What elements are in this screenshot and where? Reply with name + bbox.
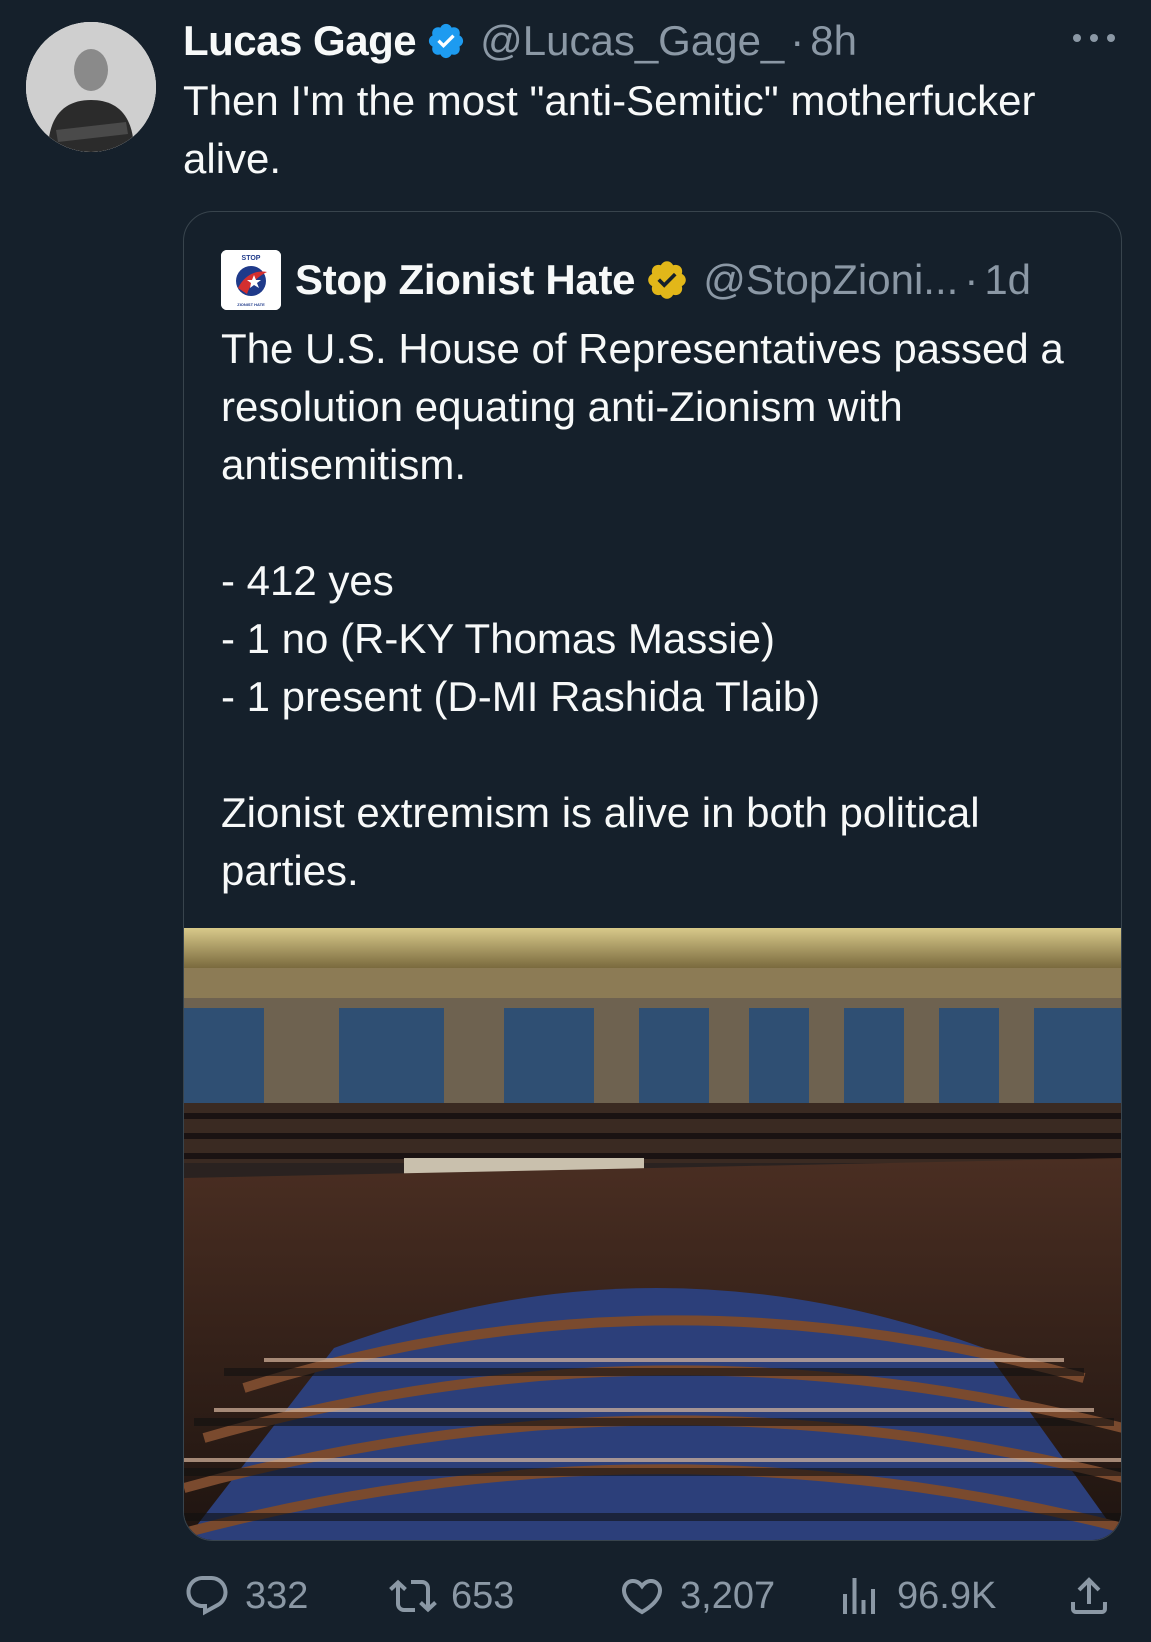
quoted-tweet-time[interactable]: 1d [984,256,1031,304]
repost-button[interactable]: 653 [389,1568,514,1624]
tweet-text: Then I'm the most "anti-Semitic" motherf… [183,77,1036,182]
separator-dot: · [964,256,979,303]
tweet-time[interactable]: 8h [810,17,857,65]
quoted-tweet[interactable]: STOP ZIONIST HATE Stop Zionist Hate @Sto… [183,211,1122,1541]
repost-count: 653 [451,1574,515,1617]
tweet-header: Lucas Gage @Lucas_Gage_ · 8h [183,12,857,70]
share-icon [1071,1577,1107,1614]
quoted-author-handle[interactable]: @StopZioni... [703,256,958,304]
views-count: 96.9K [897,1574,997,1617]
like-count: 3,207 [680,1574,776,1617]
quoted-author-logo[interactable]: STOP ZIONIST HATE [221,250,281,310]
views-icon [843,1578,875,1614]
views-button[interactable]: 96.9K [835,1568,996,1624]
author-handle[interactable]: @Lucas_Gage_ [480,17,784,65]
house-chamber-photo[interactable] [184,928,1121,1540]
reply-icon [186,1576,228,1616]
share-button[interactable] [1065,1568,1127,1624]
like-icon [621,1579,663,1615]
tweet-actions: 332 653 3,207 96.9K [183,1568,1123,1624]
reply-button[interactable]: 332 [183,1568,308,1624]
like-button[interactable]: 3,207 [618,1568,775,1624]
author-name[interactable]: Lucas Gage [183,17,417,65]
reply-count: 332 [245,1574,309,1617]
logo-text-bottom: ZIONIST HATE [237,302,265,307]
verified-badge-icon[interactable] [645,258,689,302]
separator-dot: · [790,17,805,64]
quoted-tweet-header: STOP ZIONIST HATE Stop Zionist Hate @Sto… [221,250,1031,310]
quoted-tweet-text: The U.S. House of Representatives passed… [221,325,1064,894]
more-icon[interactable] [1071,28,1117,48]
verified-badge-icon[interactable] [426,21,466,61]
repost-icon [389,1579,437,1613]
quoted-author-name[interactable]: Stop Zionist Hate [295,256,636,304]
author-avatar[interactable] [26,22,156,152]
logo-text-top: STOP [242,255,261,262]
